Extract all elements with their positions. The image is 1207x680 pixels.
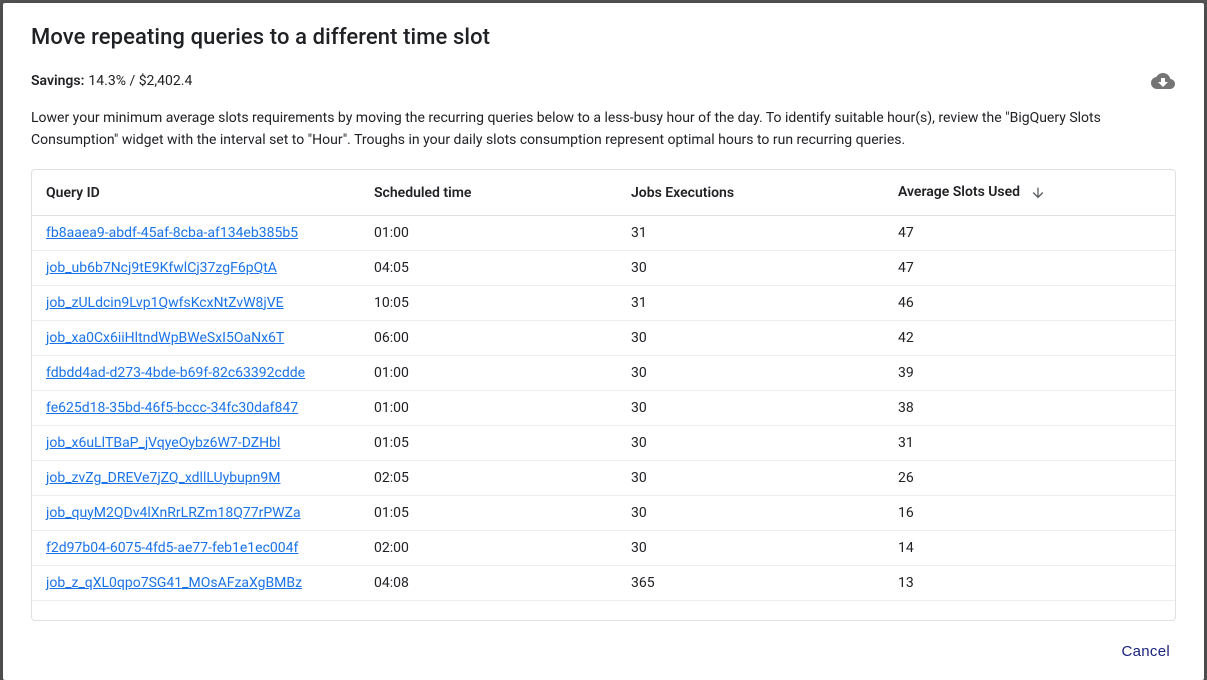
cell-avg-slots: 12 (884, 600, 1175, 610)
table-row: job_zULdcin9Lvp1QwfsKcxNtZvW8jVE 10:05314… (32, 285, 1175, 320)
table-row: fb8aaea9-abdf-45af-8cba-af134eb385b5 01:0… (32, 215, 1175, 250)
col-header-jobs-executions[interactable]: Jobs Executions (617, 170, 884, 215)
modal-dialog: Move repeating queries to a different ti… (3, 3, 1204, 680)
savings-label: Savings: (31, 73, 84, 89)
savings-row: Savings: 14.3% / $2,402.4 (3, 50, 1204, 94)
cell-scheduled-time: 02:00 (360, 530, 617, 565)
query-id-link[interactable]: job_z_qXL0qpo7SG41_MOsAFzaXgBMBz (46, 575, 302, 591)
col-header-avg-slots-label: Average Slots Used (898, 184, 1020, 200)
cell-jobs-executions: 30 (617, 495, 884, 530)
cloud-download-icon[interactable] (1150, 68, 1176, 94)
cell-query-id: job_xa0Cx6iiHltndWpBWeSxI5OaNx6T (32, 320, 360, 355)
cell-query-id: fdbdd4ad-d273-4bde-b69f-82c63392cdde (32, 355, 360, 390)
cell-avg-slots: 38 (884, 390, 1175, 425)
query-id-link[interactable]: job_xa0Cx6iiHltndWpBWeSxI5OaNx6T (46, 330, 284, 346)
queries-table-container: Query ID Scheduled time Jobs Executions … (31, 169, 1176, 621)
cell-jobs-executions: 30 (617, 320, 884, 355)
cell-query-id: job_quyM2QDv4lXnRrLRZm18Q77rPWZa (32, 495, 360, 530)
cell-scheduled-time: 04:08 (360, 565, 617, 600)
query-id-link[interactable]: f2d97b04-6075-4fd5-ae77-feb1e1ec004f (46, 540, 298, 556)
cell-avg-slots: 42 (884, 320, 1175, 355)
query-id-link[interactable]: fb8aaea9-abdf-45af-8cba-af134eb385b5 (46, 225, 298, 241)
cell-avg-slots: 14 (884, 530, 1175, 565)
modal-footer: Cancel (3, 621, 1204, 680)
table-row: job_x6uLlTBaP_jVqyeOybz6W7-DZHbl 01:05303… (32, 425, 1175, 460)
cell-scheduled-time: 10:05 (360, 285, 617, 320)
cell-jobs-executions: 30 (617, 355, 884, 390)
query-id-link[interactable]: job_zvZg_DREVe7jZQ_xdllLUybupn9M (46, 470, 281, 486)
query-id-link[interactable]: job_ub6b7Ncj9tE9KfwlCj37zgF6pQtA (46, 260, 277, 276)
cell-scheduled-time: 01:05 (360, 425, 617, 460)
cell-jobs-executions: 30 (617, 460, 884, 495)
cell-jobs-executions: 30 (617, 250, 884, 285)
col-header-scheduled-time[interactable]: Scheduled time (360, 170, 617, 215)
col-header-avg-slots[interactable]: Average Slots Used (884, 170, 1175, 215)
cell-scheduled-time: 01:00 (360, 355, 617, 390)
table-row: fdbdd4ad-d273-4bde-b69f-82c63392cdde 01:0… (32, 355, 1175, 390)
cell-avg-slots: 31 (884, 425, 1175, 460)
cell-avg-slots: 39 (884, 355, 1175, 390)
cell-query-id: job_zvZg_DREVe7jZQ_xdllLUybupn9M (32, 460, 360, 495)
cell-query-id: job_ub6b7Ncj9tE9KfwlCj37zgF6pQtA (32, 250, 360, 285)
cell-jobs-executions: 30 (617, 390, 884, 425)
table-row: f2d97b04-6075-4fd5-ae77-feb1e1ec004f 02:0… (32, 530, 1175, 565)
cell-jobs-executions: 30 (617, 530, 884, 565)
query-id-link[interactable]: fdbdd4ad-d273-4bde-b69f-82c63392cdde (46, 365, 305, 381)
cell-scheduled-time: 04:05 (360, 250, 617, 285)
queries-table-scroll[interactable]: Query ID Scheduled time Jobs Executions … (32, 170, 1175, 610)
query-id-link[interactable]: job_zULdcin9Lvp1QwfsKcxNtZvW8jVE (46, 295, 284, 311)
cell-avg-slots: 13 (884, 565, 1175, 600)
cell-query-id: job_x6uLlTBaP_jVqyeOybz6W7-DZHbl (32, 425, 360, 460)
query-id-link[interactable]: job_x6uLlTBaP_jVqyeOybz6W7-DZHbl (46, 435, 280, 451)
cell-avg-slots: 46 (884, 285, 1175, 320)
cell-jobs-executions: 30 (617, 425, 884, 460)
cell-avg-slots: 47 (884, 215, 1175, 250)
cell-jobs-executions: 31 (617, 285, 884, 320)
cell-jobs-executions: 377 (617, 600, 884, 610)
table-row: job_xa0Cx6iiHltndWpBWeSxI5OaNx6T 06:00304… (32, 320, 1175, 355)
table-row: job_z_qXL0qpo7SG41_MOsAFzaXgBMBz 04:08365… (32, 565, 1175, 600)
cell-scheduled-time: 01:00 (360, 390, 617, 425)
cell-avg-slots: 16 (884, 495, 1175, 530)
cell-scheduled-time: 02:05 (360, 460, 617, 495)
table-row: fe625d18-35bd-46f5-bccc-34fc30daf847 01:0… (32, 390, 1175, 425)
cell-scheduled-time: 01:05 (360, 495, 617, 530)
table-row: job_zhFA1KOuVUNU5iDevSvOR1liWTMn 10:07377… (32, 600, 1175, 610)
cell-scheduled-time: 10:07 (360, 600, 617, 610)
cancel-button[interactable]: Cancel (1112, 635, 1181, 668)
table-header-row: Query ID Scheduled time Jobs Executions … (32, 170, 1175, 215)
modal-header: Move repeating queries to a different ti… (3, 3, 1204, 50)
cell-avg-slots: 47 (884, 250, 1175, 285)
cell-query-id: f2d97b04-6075-4fd5-ae77-feb1e1ec004f (32, 530, 360, 565)
cell-query-id: fe625d18-35bd-46f5-bccc-34fc30daf847 (32, 390, 360, 425)
cell-query-id: job_zhFA1KOuVUNU5iDevSvOR1liWTMn (32, 600, 360, 610)
cell-avg-slots: 26 (884, 460, 1175, 495)
cell-query-id: job_z_qXL0qpo7SG41_MOsAFzaXgBMBz (32, 565, 360, 600)
cell-query-id: fb8aaea9-abdf-45af-8cba-af134eb385b5 (32, 215, 360, 250)
cell-query-id: job_zULdcin9Lvp1QwfsKcxNtZvW8jVE (32, 285, 360, 320)
cell-jobs-executions: 31 (617, 215, 884, 250)
arrow-down-icon (1030, 184, 1046, 200)
savings-value: 14.3% / $2,402.4 (88, 73, 192, 89)
table-row: job_ub6b7Ncj9tE9KfwlCj37zgF6pQtA 04:05304… (32, 250, 1175, 285)
cell-scheduled-time: 06:00 (360, 320, 617, 355)
table-row: job_zvZg_DREVe7jZQ_xdllLUybupn9M 02:05302… (32, 460, 1175, 495)
query-id-link[interactable]: job_zhFA1KOuVUNU5iDevSvOR1liWTMn (46, 610, 296, 611)
query-id-link[interactable]: fe625d18-35bd-46f5-bccc-34fc30daf847 (46, 400, 298, 416)
description-text: Lower your minimum average slots require… (3, 94, 1204, 151)
query-id-link[interactable]: job_quyM2QDv4lXnRrLRZm18Q77rPWZa (46, 505, 301, 521)
queries-table: Query ID Scheduled time Jobs Executions … (32, 170, 1175, 610)
modal-title: Move repeating queries to a different ti… (31, 25, 1176, 50)
cell-jobs-executions: 365 (617, 565, 884, 600)
cell-scheduled-time: 01:00 (360, 215, 617, 250)
col-header-query-id[interactable]: Query ID (32, 170, 360, 215)
table-row: job_quyM2QDv4lXnRrLRZm18Q77rPWZa 01:05301… (32, 495, 1175, 530)
